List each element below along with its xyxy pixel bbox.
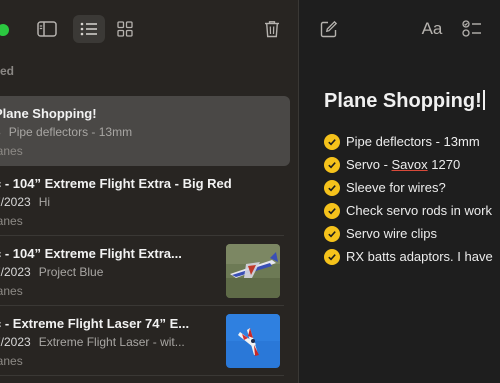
zoom-window-button[interactable] — [0, 24, 9, 36]
note-meta: 3 Pipe deflectors - 13mm — [0, 125, 132, 139]
checkmark-circle-icon[interactable] — [324, 249, 340, 265]
checklist-item[interactable]: Check servo rods in work — [324, 202, 493, 225]
checklist-icon — [462, 20, 481, 37]
note-date: 7/2023 — [0, 265, 31, 279]
note-preview: Hi — [38, 195, 51, 209]
compose-button[interactable] — [313, 15, 345, 43]
note-preview: Extreme Flight Laser - wit... — [38, 335, 185, 349]
note-title: Plane Shopping! — [0, 106, 97, 121]
note-title: c - 104” Extreme Flight Extra... — [0, 246, 182, 261]
delete-note-button[interactable] — [256, 15, 288, 43]
checklist-item[interactable]: Sleeve for wires? — [324, 179, 493, 202]
checklist-item[interactable]: Servo wire clips — [324, 225, 493, 248]
notes-list-pane: ed Plane Shopping! 3 Pipe deflectors - 13… — [0, 0, 299, 383]
note-title: c - 104” Extreme Flight Extra - Big Red — [0, 176, 232, 191]
checklist-button[interactable] — [456, 15, 488, 43]
checklist-item[interactable]: RX batts adaptors. I have — [324, 248, 493, 271]
checklist: Pipe deflectors - 13mm Servo - Savox 127… — [324, 133, 493, 271]
note-title-heading[interactable]: Plane Shopping! — [324, 90, 485, 113]
note-folder: lanes — [0, 214, 23, 228]
checklist-item-text: 1270 — [427, 157, 461, 172]
note-list-item[interactable]: c - 104” Extreme Flight Extra - Big Red … — [0, 166, 290, 236]
note-meta: 7/2023 Extreme Flight Laser - wit... — [0, 335, 185, 349]
editor-toolbar: Aa — [300, 0, 500, 58]
checkmark-circle-icon[interactable] — [324, 157, 340, 173]
checkmark-circle-icon[interactable] — [324, 134, 340, 150]
checkmark-circle-icon[interactable] — [324, 180, 340, 196]
note-title-text: Plane Shopping! — [324, 90, 482, 112]
note-title: c - Extreme Flight Laser 74” E... — [0, 316, 190, 331]
note-date: 3 — [0, 125, 1, 139]
note-folder: lanes — [0, 284, 23, 298]
checklist-item-text: Check servo rods in work — [346, 203, 492, 218]
misspelled-word: Savox — [391, 157, 428, 172]
checklist-item-text: Servo - — [346, 157, 392, 172]
checklist-item[interactable]: Pipe deflectors - 13mm — [324, 133, 493, 156]
note-meta: 7/2023 Hi — [0, 195, 50, 209]
airplane-thumbnail-image — [226, 244, 280, 298]
note-meta: 7/2023 Project Blue — [0, 265, 103, 279]
note-date: 7/2023 — [0, 195, 31, 209]
note-list-item[interactable]: c - 104” Extreme Flight Extra... 7/2023 P… — [0, 236, 290, 306]
note-preview: Pipe deflectors - 13mm — [8, 125, 133, 139]
sidebar-toggle-button[interactable] — [31, 15, 63, 43]
checklist-item-text: Servo wire clips — [346, 226, 438, 241]
checklist-item[interactable]: Servo - Savox 1270 — [324, 156, 493, 179]
list-view-button[interactable] — [73, 15, 105, 43]
note-date: 7/2023 — [0, 335, 31, 349]
note-folder: lanes — [0, 144, 23, 158]
list-divider — [0, 375, 284, 376]
checkmark-circle-icon[interactable] — [324, 203, 340, 219]
gallery-view-button[interactable] — [109, 15, 141, 43]
note-list-item[interactable]: Plane Shopping! 3Pipe deflectors - 13mm … — [0, 96, 290, 166]
note-preview: Project Blue — [38, 265, 104, 279]
section-header: ed — [0, 64, 15, 78]
checklist-item-text: RX batts adaptors. I have — [346, 249, 493, 264]
trash-icon — [265, 21, 279, 38]
checkmark-circle-icon[interactable] — [324, 226, 340, 242]
note-folder: lanes — [0, 354, 23, 368]
text-caret — [482, 90, 485, 110]
note-editor-pane: Aa Plane Shopping! Pipe deflectors - 13m… — [300, 0, 500, 383]
airplane-thumbnail-image — [226, 314, 280, 368]
note-list-item[interactable]: c - Extreme Flight Laser 74” E... 7/2023… — [0, 306, 290, 376]
checklist-item-text: Sleeve for wires? — [346, 180, 446, 195]
checklist-item-text: Pipe deflectors - 13mm — [346, 134, 480, 149]
format-button[interactable]: Aa — [414, 15, 450, 43]
compose-icon — [320, 20, 338, 38]
sidebar-icon — [37, 21, 57, 37]
list-view-icon — [80, 22, 97, 36]
list-toolbar — [0, 0, 298, 58]
gallery-view-icon — [117, 21, 133, 37]
